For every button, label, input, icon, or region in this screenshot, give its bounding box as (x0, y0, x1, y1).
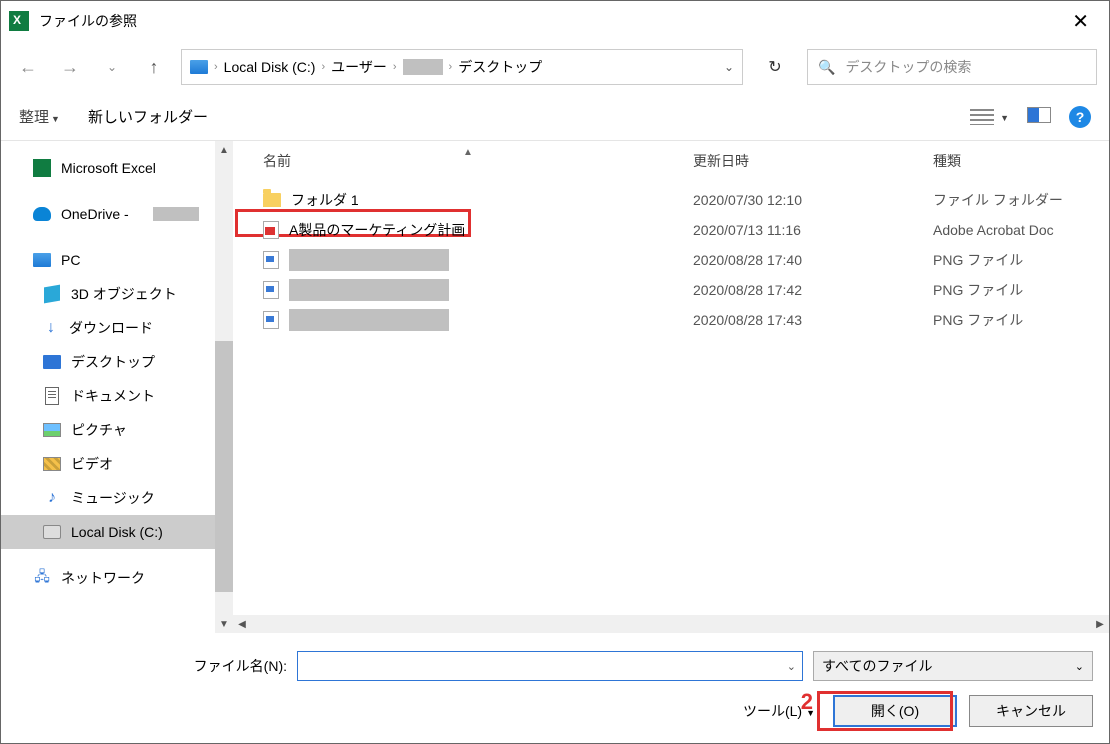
tree-videos[interactable]: ビデオ (1, 447, 215, 481)
up-button[interactable]: ↑ (139, 52, 169, 82)
crumb-root[interactable]: Local Disk (C:) (224, 59, 316, 75)
tree-documents[interactable]: ドキュメント (1, 379, 215, 413)
titlebar: ファイルの参照 ✕ (1, 1, 1109, 41)
back-button[interactable]: ← (13, 52, 43, 82)
nav-tree: Microsoft Excel OneDrive - PC 3D オブジェクト … (1, 141, 215, 633)
search-icon: 🔍 (818, 59, 835, 76)
pdf-icon (263, 221, 279, 239)
crumb-desktop[interactable]: デスクトップ (458, 57, 542, 77)
body: Microsoft Excel OneDrive - PC 3D オブジェクト … (1, 141, 1109, 633)
crumb-users[interactable]: ユーザー (331, 57, 387, 77)
recent-dropdown[interactable]: ⌄ (97, 52, 127, 82)
tree-3d[interactable]: 3D オブジェクト (1, 277, 215, 311)
close-button[interactable]: ✕ (1060, 5, 1101, 38)
folder-icon (263, 193, 281, 207)
address-dropdown[interactable]: ⌄ (724, 60, 734, 74)
tree-music[interactable]: ♪ミュージック (1, 481, 215, 515)
toolbar: 整理▼ 新しいフォルダー ▼ ? (1, 93, 1109, 141)
col-name[interactable]: 名前▲ (263, 151, 693, 171)
sort-asc-icon: ▲ (463, 147, 473, 158)
file-row[interactable]: 2020/08/28 17:43 PNG ファイル (263, 305, 1109, 335)
bottom-panel: ファイル名(N): ⌄ すべてのファイル⌄ 2 ツール(L)▼ 開く(O) キャ… (1, 633, 1109, 743)
image-icon (263, 281, 279, 299)
file-list: 1 フォルダ 1 2020/07/30 12:10 ファイル フォルダー A製品… (233, 181, 1109, 615)
tree-desktop[interactable]: デスクトップ (1, 345, 215, 379)
tree-onedrive[interactable]: OneDrive - (1, 197, 215, 231)
image-icon (263, 311, 279, 329)
sidebar: Microsoft Excel OneDrive - PC 3D オブジェクト … (1, 141, 233, 633)
col-type[interactable]: 種類 (933, 151, 1109, 171)
filename-label: ファイル名(N): (17, 656, 287, 676)
annotation-2: 2 (801, 689, 813, 715)
image-icon (263, 251, 279, 269)
filename-input[interactable]: ⌄ (297, 651, 803, 681)
file-row[interactable]: A製品のマーケティング計画 2020/07/13 11:16 Adobe Acr… (263, 215, 1109, 245)
excel-icon (9, 11, 29, 31)
search-placeholder: デスクトップの検索 (845, 57, 971, 77)
file-row[interactable]: 2020/08/28 17:40 PNG ファイル (263, 245, 1109, 275)
chevron-right-icon: › (214, 61, 218, 73)
file-row[interactable]: フォルダ 1 2020/07/30 12:10 ファイル フォルダー (263, 185, 1109, 215)
column-headers: 名前▲ 更新日時 種類 (233, 141, 1109, 181)
file-hscrollbar[interactable]: ◀▶ (233, 615, 1109, 633)
refresh-button[interactable]: ↻ (755, 57, 795, 77)
chevron-right-icon: › (449, 61, 453, 73)
chevron-right-icon: › (321, 61, 325, 73)
tree-downloads[interactable]: ↓ダウンロード (1, 311, 215, 345)
new-folder-button[interactable]: 新しいフォルダー (88, 106, 208, 127)
crumb-redacted[interactable] (403, 59, 443, 75)
file-dialog: ファイルの参照 ✕ ← → ⌄ ↑ › Local Disk (C:) › ユー… (0, 0, 1110, 744)
cancel-button[interactable]: キャンセル (969, 695, 1093, 727)
help-button[interactable]: ? (1069, 106, 1091, 128)
dialog-title: ファイルの参照 (39, 11, 137, 31)
pc-icon (190, 60, 208, 74)
file-row[interactable]: 2020/08/28 17:42 PNG ファイル (263, 275, 1109, 305)
forward-button[interactable]: → (55, 52, 85, 82)
tree-localdisk[interactable]: Local Disk (C:) (1, 515, 215, 549)
preview-pane-button[interactable] (1027, 107, 1051, 127)
tree-pc[interactable]: PC (1, 243, 215, 277)
tree-network[interactable]: 🖧ネットワーク (1, 561, 215, 595)
organize-menu[interactable]: 整理▼ (19, 106, 60, 127)
tree-pictures[interactable]: ピクチャ (1, 413, 215, 447)
filetype-filter[interactable]: すべてのファイル⌄ (813, 651, 1093, 681)
sidebar-scrollbar[interactable]: ▲ ▼ (215, 141, 233, 633)
chevron-right-icon: › (393, 61, 397, 73)
tree-excel[interactable]: Microsoft Excel (1, 151, 215, 185)
file-area: 名前▲ 更新日時 種類 1 フォルダ 1 2020/07/30 12:10 ファ… (233, 141, 1109, 633)
search-input[interactable]: 🔍 デスクトップの検索 (807, 49, 1097, 85)
nav-row: ← → ⌄ ↑ › Local Disk (C:) › ユーザー › › デスク… (1, 41, 1109, 93)
address-bar[interactable]: › Local Disk (C:) › ユーザー › › デスクトップ ⌄ (181, 49, 743, 85)
view-details-button[interactable]: ▼ (970, 108, 1009, 125)
open-button[interactable]: 開く(O) (833, 695, 957, 727)
col-date[interactable]: 更新日時 (693, 151, 933, 171)
